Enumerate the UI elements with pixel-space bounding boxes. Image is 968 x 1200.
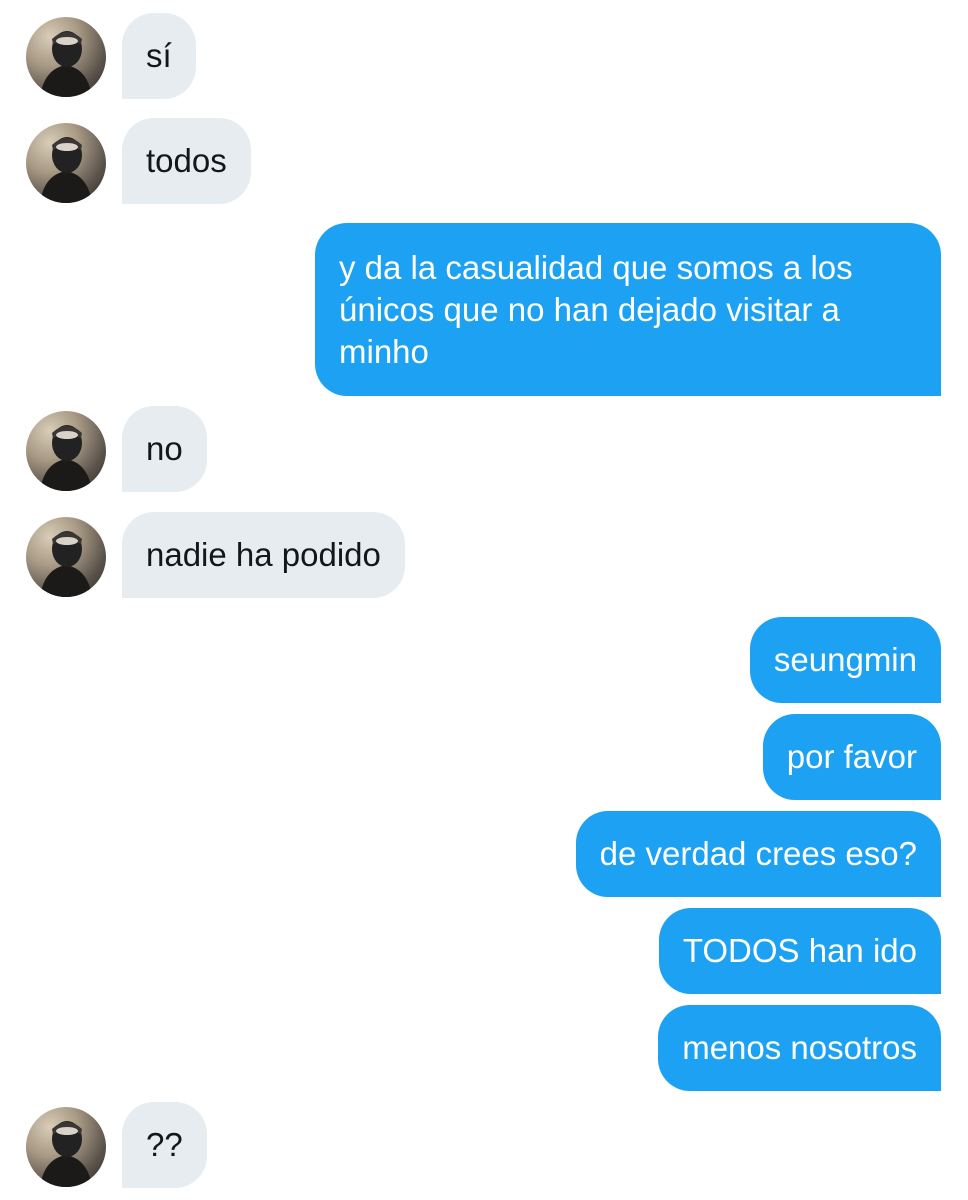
avatar-photo-icon [40,31,92,97]
message-bubble-incoming[interactable]: sí [122,13,196,99]
message-bubble-outgoing[interactable]: por favor [762,714,941,800]
avatar[interactable] [26,17,106,97]
message-bubble-outgoing[interactable]: TODOS han ido [658,908,941,994]
message-bubble-incoming[interactable]: nadie ha podido [122,512,405,598]
avatar[interactable] [26,517,106,597]
message-bubble-incoming[interactable]: no [122,406,207,492]
avatar[interactable] [26,1107,106,1187]
avatar[interactable] [26,411,106,491]
avatar-photo-icon [40,137,92,203]
message-bubble-outgoing[interactable]: de verdad crees eso? [575,811,941,897]
avatar-photo-icon [40,531,92,597]
avatar-photo-icon [40,1121,92,1187]
message-bubble-outgoing[interactable]: menos nosotros [658,1005,941,1091]
message-bubble-outgoing[interactable]: y da la casualidad que somos a los único… [315,223,941,396]
avatar-photo-icon [40,425,92,491]
message-bubble-incoming[interactable]: todos [122,118,251,204]
message-bubble-outgoing[interactable]: seungmin [749,617,941,703]
avatar[interactable] [26,123,106,203]
message-bubble-incoming[interactable]: ?? [122,1102,207,1188]
